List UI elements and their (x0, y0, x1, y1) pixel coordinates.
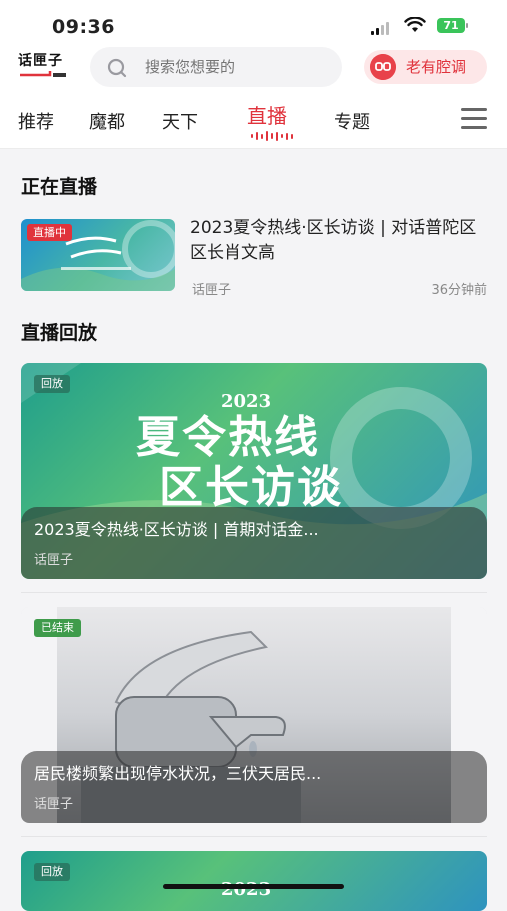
live-title: 2023夏令热线·区长访谈 | 对话普陀区区长肖文高 (190, 218, 477, 263)
app-header: 话匣子 老有腔调 (0, 44, 507, 94)
live-now-card[interactable]: 直播中 2023夏令热线·区长访谈 | 对话普陀区区长肖文高 话匣子 36分钟前 (21, 218, 487, 299)
cellular-signal-icon (371, 21, 389, 35)
card-title: 居民楼频繁出现停水状况，三伏天居民... (34, 764, 322, 783)
tab-topics[interactable]: 专题 (334, 108, 370, 134)
live-thumbnail: 直播中 (21, 219, 175, 291)
dialect-label: 老有腔调 (406, 58, 467, 76)
search-bar[interactable] (90, 47, 342, 87)
logo-text: 话匣子 (18, 53, 63, 69)
card-caption: 居民楼频繁出现停水状况，三伏天居民... 话匣子 (21, 751, 487, 823)
live-time: 36分钟前 (431, 283, 487, 298)
divider (21, 592, 487, 593)
category-tabs: 推荐 魔都 天下 直播 专题 (0, 94, 507, 149)
tab-recommend[interactable]: 推荐 (18, 108, 54, 134)
card-source: 话匣子 (34, 797, 74, 812)
replay-badge: 回放 (34, 375, 70, 393)
art-year: 2023 (221, 879, 272, 900)
status-bar: 09:36 71 (0, 0, 507, 44)
tab-modu[interactable]: 魔都 (89, 108, 125, 134)
divider (21, 836, 487, 837)
app-logo[interactable]: 话匣子 (18, 50, 70, 84)
tab-live[interactable]: 直播 (247, 100, 287, 129)
live-source: 话匣子 (192, 283, 232, 298)
card-caption: 2023夏令热线·区长访谈 | 首期对话金... 话匣子 (21, 507, 487, 579)
replay-card[interactable]: 2023 夏令热线 区长访谈 回放 2023夏令热线·区长访谈 | 首期对话金.… (21, 363, 487, 579)
card-title: 2023夏令热线·区长访谈 | 首期对话金... (34, 520, 319, 539)
dialect-button[interactable]: 老有腔调 (364, 50, 487, 84)
menu-icon[interactable] (461, 108, 487, 130)
section-title-replay: 直播回放 (21, 322, 98, 344)
replay-card[interactable]: 2023 回放 (21, 851, 487, 911)
ended-badge: 已结束 (34, 619, 81, 637)
card-source: 话匣子 (34, 553, 74, 568)
tab-world[interactable]: 天下 (162, 108, 198, 134)
art-line2: 区长访谈 (159, 462, 343, 513)
live-badge: 直播中 (27, 224, 72, 241)
dialect-icon (370, 54, 396, 80)
search-icon (107, 58, 127, 78)
replay-badge: 回放 (34, 863, 70, 881)
status-time: 09:36 (52, 16, 115, 38)
section-title-live: 正在直播 (21, 176, 98, 198)
home-indicator[interactable] (163, 884, 344, 889)
logo-mark-icon (20, 71, 66, 77)
wifi-icon (404, 17, 426, 32)
search-input[interactable] (145, 47, 335, 87)
replay-card[interactable]: 已结束 居民楼频繁出现停水状况，三伏天居民... 话匣子 (21, 607, 487, 823)
active-tab-indicator (251, 131, 293, 141)
battery-icon: 71 (437, 18, 468, 33)
